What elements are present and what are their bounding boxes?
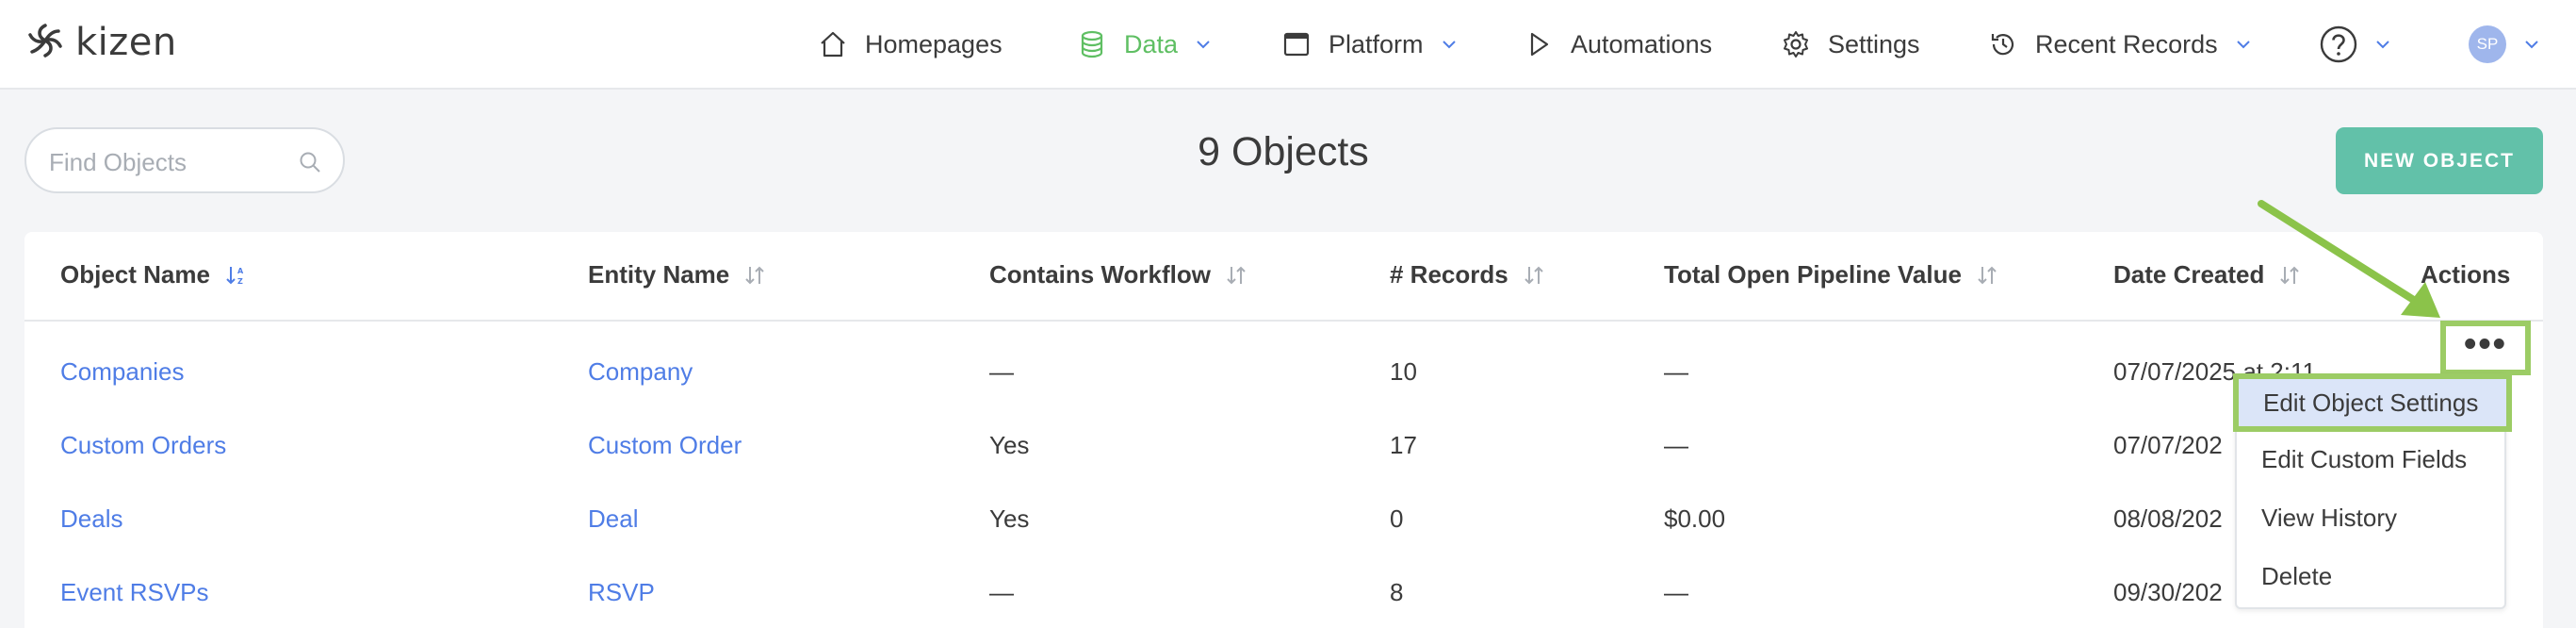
nav-data[interactable]: Data: [1077, 21, 1212, 68]
header-label: Entity Name: [588, 260, 730, 289]
chevron-down-icon: [1442, 41, 1456, 49]
table-row: Deals Deal Yes 0 $0.00 08/08/202: [24, 488, 2543, 561]
search-input[interactable]: [49, 146, 294, 178]
pipeline-cell: $0.00: [1664, 504, 1726, 533]
header-label: Contains Workflow: [989, 260, 1211, 289]
workflow-cell: Yes: [989, 431, 1030, 459]
header-object-name[interactable]: Object Name AZ: [60, 260, 248, 289]
svg-text:Z: Z: [237, 277, 243, 286]
nav-settings-label: Settings: [1828, 29, 1920, 58]
window-icon: [1283, 32, 1310, 57]
entity-name-link[interactable]: RSVP: [588, 578, 655, 607]
entity-name-link[interactable]: Company: [588, 357, 693, 387]
pipeline-cell: —: [1664, 431, 1688, 459]
help-icon: [2320, 25, 2357, 63]
table-row: Event RSVPs RSVP — 8 — 09/30/202: [24, 561, 2543, 628]
nav-settings[interactable]: Settings: [1781, 21, 1920, 68]
records-cell: 0: [1390, 504, 1404, 533]
nav-platform[interactable]: Platform: [1281, 21, 1458, 68]
header-label: Object Name: [60, 260, 210, 289]
nav-homepages-label: Homepages: [865, 29, 1003, 58]
sort-ascending-icon[interactable]: AZ: [223, 263, 248, 288]
records-cell: 17: [1390, 431, 1417, 459]
sort-icon[interactable]: [1522, 263, 1546, 288]
header-label: # Records: [1390, 260, 1508, 289]
object-name-link[interactable]: Custom Orders: [60, 431, 226, 460]
nav-recent-records[interactable]: Recent Records: [1988, 21, 2252, 68]
chevron-down-icon: [2236, 41, 2250, 49]
gear-icon: [1784, 31, 1808, 58]
sort-icon[interactable]: [1224, 263, 1248, 288]
nav-data-label: Data: [1124, 29, 1179, 58]
database-icon: [1081, 30, 1103, 58]
kizen-logo-icon: [28, 24, 62, 58]
nav-automations[interactable]: Automations: [1524, 21, 1712, 68]
nav-recent-records-label: Recent Records: [2035, 29, 2218, 58]
header-contains-workflow[interactable]: Contains Workflow: [989, 260, 1248, 289]
object-name-link[interactable]: Deals: [60, 504, 122, 534]
chevron-down-icon: [2376, 41, 2389, 49]
menu-item-edit-custom-fields[interactable]: Edit Custom Fields: [2237, 430, 2504, 488]
date-cell: 09/30/202: [2113, 578, 2223, 606]
object-name-link[interactable]: Event RSVPs: [60, 578, 209, 607]
actions-menu: Edit Custom Fields View History Delete E…: [2233, 373, 2512, 609]
nav-platform-label: Platform: [1329, 29, 1424, 58]
logo-text: kizen: [75, 21, 177, 64]
menu-item-view-history[interactable]: View History: [2237, 488, 2504, 547]
history-icon: [1991, 34, 2014, 56]
row-actions-button[interactable]: •••: [2440, 321, 2531, 375]
table-row: Companies Company — 10 — 07/07/2025 at 2…: [24, 340, 2543, 414]
sort-icon[interactable]: [1975, 263, 1999, 288]
play-icon: [1530, 32, 1549, 57]
entity-name-link[interactable]: Custom Order: [588, 431, 742, 460]
menu-item-edit-object-settings[interactable]: Edit Object Settings: [2233, 373, 2512, 432]
home-icon: [821, 31, 845, 58]
workflow-cell: Yes: [989, 504, 1030, 533]
search-icon[interactable]: [298, 150, 322, 174]
table-header: Object Name AZ Entity Name Contains Work…: [24, 232, 2543, 322]
workflow-cell: —: [989, 357, 1014, 386]
date-cell: 08/08/202: [2113, 504, 2223, 533]
header-entity-name[interactable]: Entity Name: [588, 260, 767, 289]
annotation-arrow-icon: [2258, 200, 2440, 318]
new-object-button[interactable]: NEW OBJECT: [2336, 127, 2543, 194]
avatar: SP: [2469, 25, 2506, 63]
page-title: 9 Objects: [1198, 129, 1369, 174]
object-name-link[interactable]: Companies: [60, 357, 185, 387]
logo[interactable]: kizen: [24, 19, 177, 66]
pipeline-cell: —: [1664, 578, 1688, 606]
header-pipeline-value[interactable]: Total Open Pipeline Value: [1664, 260, 1999, 289]
date-cell: 07/07/202: [2113, 431, 2223, 459]
search-box: [24, 127, 345, 193]
header-records[interactable]: # Records: [1390, 260, 1546, 289]
objects-table: Object Name AZ Entity Name Contains Work…: [24, 232, 2543, 628]
menu-item-delete[interactable]: Delete: [2237, 547, 2504, 605]
workflow-cell: —: [989, 578, 1014, 606]
top-nav: kizen Homepages Data Platform Automation…: [0, 0, 2576, 90]
nav-user-menu[interactable]: SP: [2469, 21, 2540, 68]
table-row: Custom Orders Custom Order Yes 17 — 07/0…: [24, 414, 2543, 488]
more-icon: •••: [2464, 324, 2507, 364]
pipeline-cell: —: [1664, 357, 1688, 386]
nav-help[interactable]: [2320, 21, 2391, 68]
entity-name-link[interactable]: Deal: [588, 504, 638, 534]
records-cell: 8: [1390, 578, 1404, 606]
nav-homepages[interactable]: Homepages: [818, 21, 1003, 68]
chevron-down-icon: [2525, 41, 2538, 49]
nav-automations-label: Automations: [1571, 29, 1713, 58]
svg-text:A: A: [237, 267, 244, 275]
chevron-down-icon: [1197, 41, 1210, 49]
header-label: Total Open Pipeline Value: [1664, 260, 1962, 289]
sort-icon[interactable]: [742, 263, 767, 288]
records-cell: 10: [1390, 357, 1417, 386]
